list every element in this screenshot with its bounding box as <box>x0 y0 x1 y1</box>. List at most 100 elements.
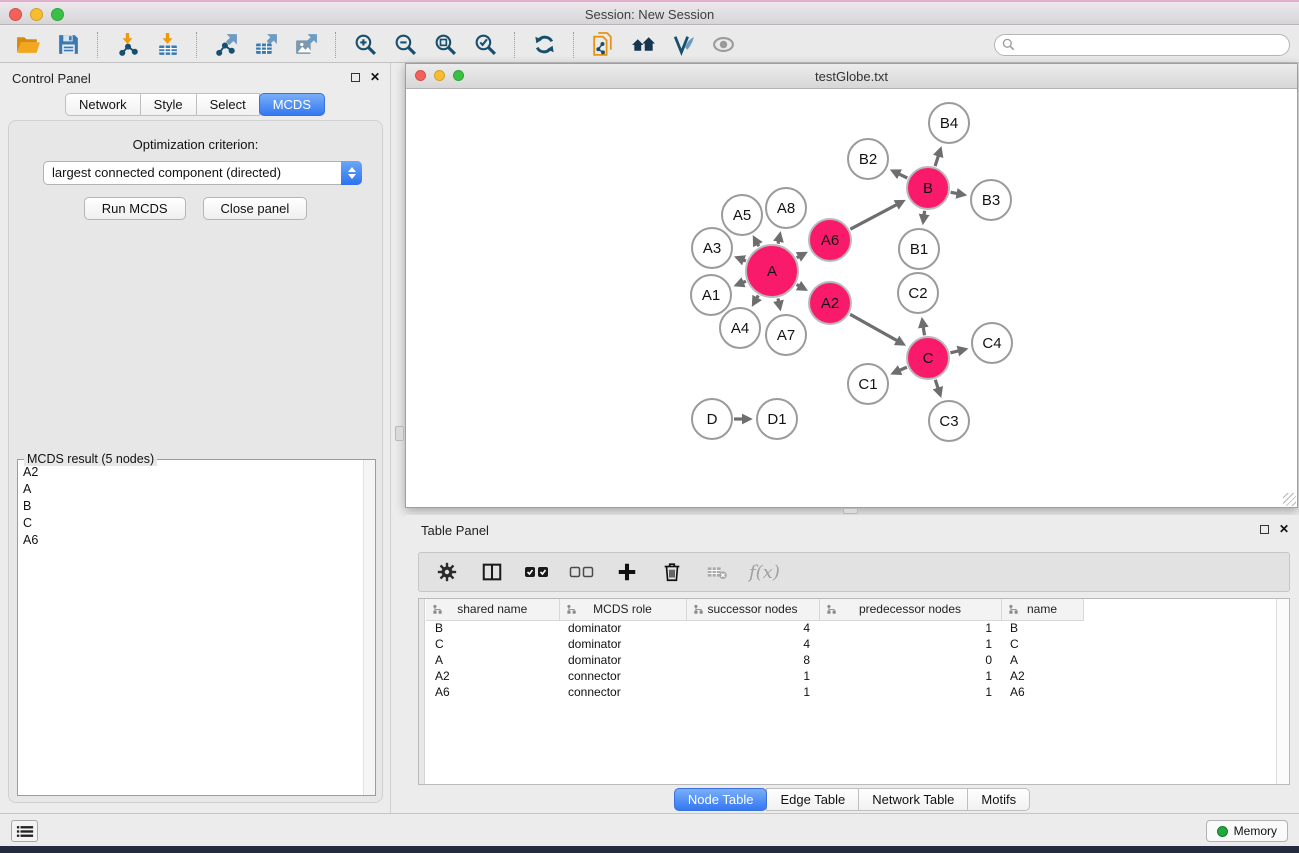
tab-mcds[interactable]: MCDS <box>259 93 325 116</box>
application-window: Session: New Session Control Panel ✕ Net… <box>0 0 1299 853</box>
table-cell: 8 <box>686 652 819 668</box>
table-row[interactable]: A2connector11A2 <box>426 668 1083 684</box>
column-header-shared-name[interactable]: shared name <box>426 599 559 620</box>
zoom-fit-icon[interactable] <box>425 30 465 60</box>
table-cell: C <box>426 636 559 652</box>
graph-edge-A-A3[interactable] <box>743 260 746 261</box>
graph-edge-A-A2[interactable] <box>797 285 800 287</box>
graph-edge-B-B4[interactable] <box>935 155 938 166</box>
table-tab-network-table[interactable]: Network Table <box>858 788 968 811</box>
mcds-result-item[interactable]: A2 <box>19 464 362 481</box>
show-graphics-details-icon[interactable] <box>663 30 703 60</box>
import-table-icon[interactable] <box>147 30 187 60</box>
graph-edge-A2-C[interactable] <box>850 314 897 341</box>
close-panel-button[interactable]: Close panel <box>203 197 308 220</box>
task-history-button[interactable] <box>11 820 38 842</box>
deselect-all-icon[interactable] <box>569 559 595 585</box>
save-icon[interactable] <box>48 30 88 60</box>
graph-node-label-C2: C2 <box>908 285 927 302</box>
table-row[interactable]: Bdominator41B <box>426 620 1083 636</box>
column-header-predecessor-nodes[interactable]: predecessor nodes <box>819 599 1001 620</box>
table-cell: 1 <box>819 684 1001 700</box>
export-image-icon[interactable] <box>286 30 326 60</box>
graph-node-label-A6: A6 <box>821 232 839 249</box>
zoom-selected-icon[interactable] <box>465 30 505 60</box>
graph-edge-A-A7[interactable] <box>778 298 779 301</box>
column-header-successor-nodes[interactable]: successor nodes <box>686 599 819 620</box>
table-tab-motifs[interactable]: Motifs <box>967 788 1030 811</box>
mcds-result-item[interactable]: B <box>19 498 362 515</box>
graph-node-label-A1: A1 <box>702 287 720 304</box>
open-file-icon[interactable] <box>8 30 48 60</box>
import-network-icon[interactable] <box>107 30 147 60</box>
close-table-panel-icon[interactable]: ✕ <box>1279 524 1289 534</box>
graph-node-label-A2: A2 <box>821 295 839 312</box>
graph-edge-C-C1[interactable] <box>899 367 907 370</box>
main-toolbar <box>0 27 1299 63</box>
mcds-result-scrollbar[interactable] <box>363 460 375 795</box>
tab-style[interactable]: Style <box>140 93 197 116</box>
apply-layout-icon[interactable] <box>524 30 564 60</box>
graph-edge-C-C3[interactable] <box>935 380 938 389</box>
graph-node-label-D: D <box>707 411 718 428</box>
toolbar-group <box>345 30 505 60</box>
new-network-from-selection-icon[interactable] <box>583 30 623 60</box>
table-row[interactable]: A6connector11A6 <box>426 684 1083 700</box>
mcds-result-item[interactable]: A6 <box>19 532 362 549</box>
table-cell: 4 <box>686 636 819 652</box>
graph-edge-B-B2[interactable] <box>899 174 908 178</box>
graph-edge-B-B3[interactable] <box>951 192 958 193</box>
table-tab-edge-table[interactable]: Edge Table <box>766 788 859 811</box>
column-header-MCDS-role[interactable]: MCDS role <box>559 599 686 620</box>
table-scrollbar[interactable] <box>1276 599 1289 784</box>
table-row[interactable]: Adominator80A <box>426 652 1083 668</box>
table-cell: 1 <box>819 668 1001 684</box>
zoom-out-icon[interactable] <box>385 30 425 60</box>
mcds-result-item[interactable]: A <box>19 481 362 498</box>
float-panel-icon[interactable] <box>351 73 360 82</box>
select-all-icon[interactable] <box>524 559 550 585</box>
network-canvas[interactable]: B4B2BB3A5A8A6B1A3AC2A1A2A4A7C4CC1C3DD1 <box>406 89 1297 507</box>
graph-edge-C-C4[interactable] <box>950 351 959 353</box>
delete-row-icon[interactable] <box>659 559 685 585</box>
criterion-select[interactable]: largest connected component (directed) <box>43 161 362 185</box>
zoom-in-icon[interactable] <box>345 30 385 60</box>
search-input[interactable] <box>994 34 1290 56</box>
toolbar-group <box>8 30 88 60</box>
window-resize-grip[interactable] <box>1283 493 1296 506</box>
graph-edge-A-A4[interactable] <box>757 295 759 298</box>
graph-edge-C-C2[interactable] <box>923 327 924 336</box>
home-icon[interactable] <box>623 30 663 60</box>
column-header-name[interactable]: name <box>1001 599 1083 620</box>
mcds-result-item[interactable]: C <box>19 515 362 532</box>
table-panel-header: Table Panel ✕ <box>405 515 1299 545</box>
memory-label: Memory <box>1234 824 1277 838</box>
graph-edge-A-A5[interactable] <box>757 244 758 247</box>
birds-eye-view-icon[interactable] <box>703 30 743 60</box>
control-panel-header: Control Panel ✕ <box>0 63 390 93</box>
vertical-splitter-handle[interactable] <box>395 426 404 441</box>
graph-node-label-B2: B2 <box>859 151 877 168</box>
add-row-icon[interactable] <box>614 559 640 585</box>
run-mcds-button[interactable]: Run MCDS <box>84 197 186 220</box>
horizontal-splitter-handle[interactable] <box>843 508 858 514</box>
toggle-column-icon[interactable] <box>479 559 505 585</box>
graph-edge-B-B1[interactable] <box>924 211 925 216</box>
close-panel-icon[interactable]: ✕ <box>370 72 380 82</box>
tab-network[interactable]: Network <box>65 93 141 116</box>
table-tab-node-table[interactable]: Node Table <box>674 788 768 811</box>
settings-gear-icon[interactable] <box>434 559 460 585</box>
criterion-selected-value: largest connected component (directed) <box>52 165 281 180</box>
tab-select[interactable]: Select <box>196 93 260 116</box>
table-cell: A2 <box>426 668 559 684</box>
table-cell: 1 <box>686 668 819 684</box>
graph-edge-A-A6[interactable] <box>797 256 800 257</box>
table-row[interactable]: Cdominator41C <box>426 636 1083 652</box>
graph-edge-A6-B[interactable] <box>850 204 897 229</box>
export-table-icon[interactable] <box>246 30 286 60</box>
graph-edge-A-A8[interactable] <box>778 241 779 244</box>
float-table-panel-icon[interactable] <box>1260 525 1269 534</box>
memory-button[interactable]: Memory <box>1206 820 1288 842</box>
graph-edge-A-A1[interactable] <box>743 281 746 282</box>
export-network-icon[interactable] <box>206 30 246 60</box>
